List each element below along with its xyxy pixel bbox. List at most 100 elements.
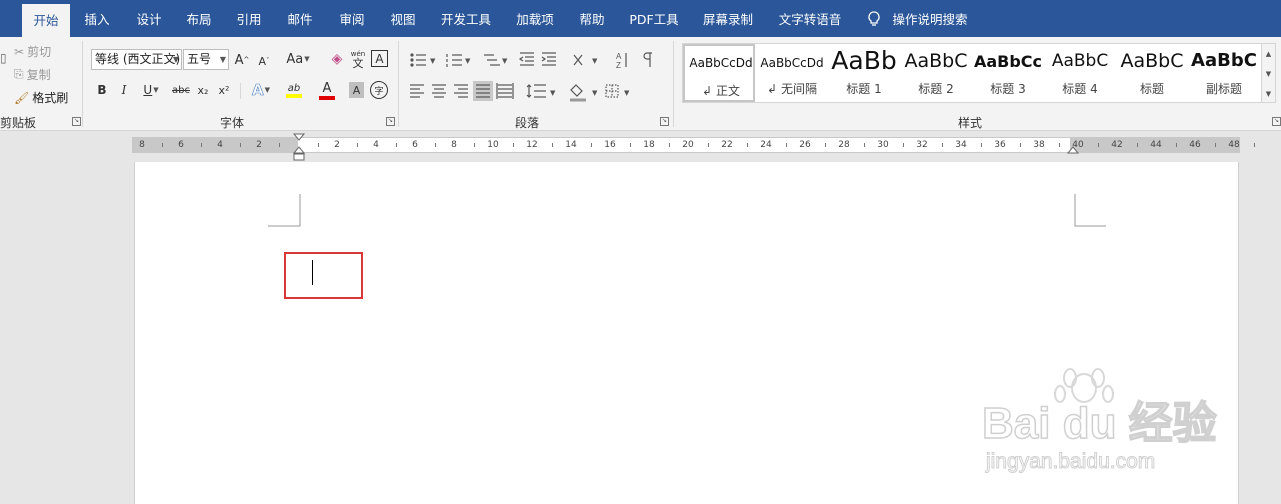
font-color-icon: A bbox=[322, 80, 332, 96]
tab-home[interactable]: 开始 bbox=[22, 4, 70, 37]
tell-me-search[interactable]: 操作说明搜索 bbox=[890, 0, 970, 37]
file-tab-edge[interactable]: ㅤ bbox=[0, 0, 12, 37]
ruler-tick bbox=[1019, 143, 1021, 147]
svg-text:▼: ▼ bbox=[592, 89, 598, 97]
ruler-tick bbox=[317, 143, 319, 147]
chevron-down-icon[interactable]: ▼ bbox=[1262, 64, 1275, 84]
strikethrough-button[interactable]: abc bbox=[170, 81, 192, 99]
superscript-button[interactable]: x² bbox=[216, 81, 232, 99]
highlight-button[interactable]: ab bbox=[279, 80, 309, 100]
ruler-number: 20 bbox=[682, 140, 694, 150]
format-painter-button[interactable]: 🖌 格式刷 bbox=[14, 89, 68, 106]
styles-gallery-scroll[interactable]: ▲ ▼ ▼ bbox=[1262, 43, 1276, 103]
ruler-number: 24 bbox=[760, 140, 772, 150]
svg-text:▼: ▼ bbox=[430, 57, 436, 65]
tab-developer[interactable]: 开发工具 bbox=[436, 0, 496, 37]
style-sample: AaBbC bbox=[1120, 50, 1184, 72]
styles-launcher-icon[interactable]: ↘ bbox=[1272, 117, 1281, 126]
justify-selected-bg bbox=[473, 81, 493, 101]
tab-pdf-tools[interactable]: PDF工具 bbox=[624, 0, 684, 37]
style-normal[interactable]: AaBbCcDd ↲ 正文 bbox=[683, 44, 755, 102]
svg-text:▼: ▼ bbox=[465, 57, 471, 65]
italic-button[interactable]: I bbox=[117, 81, 131, 99]
ruler-left-margin bbox=[132, 138, 298, 152]
ruler-tick bbox=[1214, 143, 1216, 147]
ruler-tick bbox=[1136, 143, 1138, 147]
tab-text-to-speech[interactable]: 文字转语音 bbox=[774, 0, 846, 37]
font-color-button[interactable]: A bbox=[312, 80, 342, 100]
style-heading-4[interactable]: AaBbC 标题 4 bbox=[1044, 44, 1116, 102]
tab-help[interactable]: 帮助 bbox=[571, 0, 613, 37]
enclose-chars-button[interactable]: 字 bbox=[370, 81, 388, 99]
chevron-up-icon[interactable]: ▲ bbox=[1262, 44, 1275, 64]
style-no-spacing[interactable]: AaBbCcDd ↲ 无间隔 bbox=[756, 44, 828, 102]
watermark: Bai du 经验 jingyan.baidu.com bbox=[981, 368, 1217, 474]
clipboard-launcher-icon[interactable]: ↘ bbox=[72, 117, 81, 126]
tab-mailings[interactable]: 邮件 bbox=[279, 0, 321, 37]
indent-markers[interactable] bbox=[292, 133, 306, 163]
style-name: 标题 4 bbox=[1062, 82, 1098, 96]
svg-text:▼: ▼ bbox=[592, 57, 598, 65]
font-launcher-icon[interactable]: ↘ bbox=[386, 117, 395, 126]
svg-text:A: A bbox=[616, 52, 622, 61]
ruler-tick bbox=[434, 143, 436, 147]
ruler-tick bbox=[902, 143, 904, 147]
ruler-number: 16 bbox=[604, 140, 616, 150]
format-painter-label: 格式刷 bbox=[32, 91, 69, 105]
highlight-color-swatch bbox=[286, 93, 302, 98]
phonetic-guide-button[interactable]: wén 文 bbox=[348, 49, 368, 69]
grow-font-button[interactable]: A ^ bbox=[234, 51, 250, 69]
shrink-font-button[interactable]: Aˇ bbox=[256, 53, 272, 69]
ruler-number: 4 bbox=[217, 140, 223, 150]
svg-text:▼: ▼ bbox=[624, 89, 630, 97]
clear-format-button[interactable]: ◈ bbox=[328, 50, 346, 68]
text-effects-button[interactable]: A ▼ bbox=[247, 80, 275, 100]
margin-corner-top-right bbox=[1074, 194, 1106, 227]
tab-layout[interactable]: 布局 bbox=[178, 0, 220, 37]
ruler-tick bbox=[707, 143, 709, 147]
ribbon-tab-bar: ㅤ 开始 插入 设计 布局 引用 邮件 审阅 视图 开发工具 加载项 帮助 PD… bbox=[0, 0, 1281, 37]
divider bbox=[240, 83, 241, 99]
ruler-tick bbox=[395, 143, 397, 147]
tab-screen-record[interactable]: 屏幕录制 bbox=[696, 0, 760, 37]
align-right-icon bbox=[454, 84, 468, 98]
style-title[interactable]: AaBbC 标题 bbox=[1116, 44, 1188, 102]
svg-text:▼: ▼ bbox=[502, 57, 508, 65]
copy-button[interactable]: ⎘ 复制 bbox=[14, 66, 51, 83]
shrink-font-icon: A bbox=[258, 54, 267, 68]
increase-indent-icon bbox=[541, 52, 556, 66]
ruler-number: 48 bbox=[1228, 140, 1240, 150]
align-center-icon bbox=[432, 84, 446, 98]
paragraph-launcher-icon[interactable]: ↘ bbox=[660, 117, 669, 126]
style-heading-2[interactable]: AaBbC 标题 2 bbox=[900, 44, 972, 102]
subscript-button[interactable]: x₂ bbox=[195, 81, 211, 99]
font-size-select[interactable]: 五号 ▼ bbox=[183, 49, 229, 70]
ruler-number: 28 bbox=[838, 140, 850, 150]
ruler-number: 32 bbox=[916, 140, 928, 150]
font-family-select[interactable]: 等线 (西文正文) ▼ bbox=[91, 49, 182, 70]
tab-references[interactable]: 引用 bbox=[228, 0, 270, 37]
ruler-number: 30 bbox=[877, 140, 889, 150]
change-case-button[interactable]: Aa ▼ bbox=[283, 50, 313, 68]
tab-addins[interactable]: 加载项 bbox=[506, 0, 564, 37]
char-shading-button[interactable]: A bbox=[349, 82, 364, 98]
style-sample: AaBb bbox=[831, 46, 897, 75]
bold-button[interactable]: B bbox=[95, 81, 109, 99]
char-border-button[interactable]: A bbox=[371, 50, 388, 67]
style-heading-3[interactable]: AaBbCc 标题 3 bbox=[972, 44, 1044, 102]
paste-icon[interactable]: ▯ bbox=[0, 51, 7, 65]
tab-insert[interactable]: 插入 bbox=[76, 0, 118, 37]
paragraph-controls: AZ ▼ ▼ ▼ ▼ ▼ ▼ ▼ bbox=[410, 52, 652, 102]
tab-view[interactable]: 视图 bbox=[382, 0, 424, 37]
distributed-icon bbox=[496, 83, 514, 99]
tab-review[interactable]: 审阅 bbox=[331, 0, 373, 37]
more-styles-icon[interactable]: ▼ bbox=[1262, 84, 1275, 104]
right-indent-marker[interactable] bbox=[1066, 143, 1080, 155]
decrease-indent-icon bbox=[518, 52, 534, 66]
cut-button[interactable]: ✂ 剪切 bbox=[14, 43, 51, 60]
style-heading-1[interactable]: AaBb 标题 1 bbox=[828, 44, 900, 102]
underline-button[interactable]: U ▼ bbox=[139, 81, 163, 99]
style-subtitle[interactable]: AaBbC 副标题 bbox=[1188, 44, 1260, 102]
ruler-number: 10 bbox=[487, 140, 499, 150]
tab-design[interactable]: 设计 bbox=[128, 0, 170, 37]
